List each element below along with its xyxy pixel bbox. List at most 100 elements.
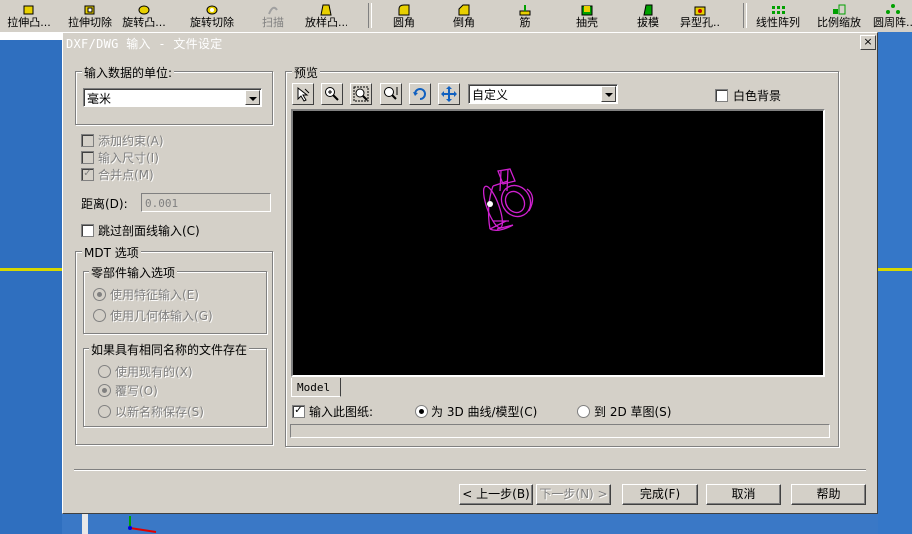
feature-import-label: 使用特征输入(E) [110,288,199,302]
radio-dot [97,292,102,297]
white-background-checkbox[interactable] [715,89,728,102]
import-dimensions-label: 输入尺寸(I) [98,151,159,165]
import-3d-label: 为 3D 曲线/模型(C) [431,405,538,419]
mdt-options-legend: MDT 选项 [82,244,141,261]
import-2d-label: 到 2D 草图(S) [594,405,672,419]
back-button[interactable]: < 上一步(B) [459,484,533,505]
dxf-import-dialog: DXF/DWG 输入 - 文件设定 × 输入数据的单位: 毫米 添加约束(A) … [62,32,878,514]
units-value: 毫米 [87,92,112,106]
finish-button[interactable]: 完成(F) [622,484,698,505]
toolbar-button-loft[interactable]: 放样凸... [305,2,347,30]
toolbar-button-extrude-boss[interactable]: 拉伸凸... [0,2,58,30]
origin-axis [82,514,88,534]
toolbar-button-scale[interactable]: 比例缩放 [813,2,865,30]
merge-points-checkbox[interactable]: ✓ [81,168,94,181]
toolbar-separator [743,3,747,28]
toolbar-button-sweep[interactable]: 扫描 [258,2,288,30]
use-existing-radio[interactable] [98,365,111,378]
feature-import-radio[interactable] [93,288,106,301]
check-icon: ✓ [294,405,303,416]
model-preview-icon [482,168,534,231]
save-new-name-radio[interactable] [98,405,111,418]
add-constraints-label: 添加约束(A) [98,134,164,148]
toolbar-button-hole-wizard[interactable]: 异型孔... [680,2,720,30]
help-button[interactable]: 帮助 [791,484,866,505]
view-orientation-select[interactable]: 自定义 [468,84,618,104]
toolbar-button-linear-pattern[interactable]: 线性阵列 [752,2,804,30]
chevron-down-icon[interactable] [601,86,616,102]
part-import-legend: 零部件输入选项 [89,264,178,281]
use-existing-label: 使用现有的(X) [115,365,193,379]
toolbar-button-shell[interactable]: 抽壳 [571,2,603,30]
chamfer-icon [458,4,470,16]
revolve-boss-icon [138,5,150,15]
distance-input[interactable]: 0.001 [141,193,271,212]
chevron-down-icon[interactable] [245,90,260,105]
graphics-area-background [878,32,912,534]
close-button[interactable]: × [860,35,876,50]
toolbar-button-draft[interactable]: 拔模 [632,2,664,30]
close-icon: × [863,35,873,48]
select-icon [297,86,310,102]
linear-pattern-icon [772,6,785,14]
import-sheet-label: 输入此图纸: [309,405,374,419]
coordinate-triad-icon [128,516,157,533]
fillet-icon [398,4,410,16]
check-icon: ✓ [83,168,92,179]
toolbar-button-chamfer[interactable]: 倒角 [448,2,480,30]
hole-wizard-icon [694,6,706,16]
graphics-area-background [0,40,62,534]
toolbar-separator [368,3,372,28]
toolbar-button-circular-pattern[interactable]: 圆周阵... [873,2,912,30]
zoom-window-icon [353,86,369,102]
geometry-import-radio[interactable] [93,309,106,322]
cancel-button[interactable]: 取消 [706,484,781,505]
toolbar-button-revolve-cut[interactable]: 旋转切除 [183,2,241,30]
graphics-area-background [62,514,878,534]
zoom-in-button[interactable] [321,83,343,105]
sketch-line [0,268,62,271]
import-2d-radio[interactable] [577,405,590,418]
pan-icon [441,86,457,102]
draft-icon [643,4,653,16]
toolbar-button-revolve-boss[interactable]: 旋转凸... [122,2,166,30]
import-3d-radio[interactable] [415,405,428,418]
toolbar-button-rib[interactable]: 筋 [511,2,539,30]
toolbar-button-extrude-cut[interactable]: 拉伸切除 [63,2,117,30]
rotate-view-button[interactable] [409,83,431,105]
zoom-in-icon [325,87,339,101]
sketch-line [878,268,912,271]
zoom-fit-button[interactable] [380,83,402,105]
units-legend: 输入数据的单位: [82,64,175,81]
extrude-boss-icon [23,5,34,15]
tab-model[interactable]: Model [291,378,341,397]
view-orientation-value: 自定义 [472,88,509,102]
skip-hatch-label: 跳过剖面线输入(C) [98,224,200,238]
import-sheet-checkbox[interactable]: ✓ [292,405,305,418]
zoom-window-button[interactable] [350,83,372,105]
pan-view-button[interactable] [438,83,460,105]
dialog-title: DXF/DWG 输入 - 文件设定 [66,37,223,51]
import-dimensions-checkbox[interactable] [81,151,94,164]
add-constraints-checkbox[interactable] [81,134,94,147]
loft-icon [320,4,332,16]
preview-legend: 预览 [292,64,321,81]
geometry-import-label: 使用几何体输入(G) [110,309,213,323]
preview-canvas[interactable] [291,109,825,377]
zoom-fit-icon [384,87,398,100]
units-select[interactable]: 毫米 [83,88,262,107]
toolbar-button-fillet[interactable]: 圆角 [388,2,420,30]
next-button[interactable]: 下一步(N) > [536,484,611,505]
dialog-titlebar: DXF/DWG 输入 - 文件设定 × [64,34,876,51]
overwrite-radio[interactable] [98,384,111,397]
select-tool-button[interactable] [292,83,314,105]
sweep-icon [268,6,278,15]
radio-dot [419,409,424,414]
skip-hatch-checkbox[interactable] [81,224,94,237]
shell-icon [581,5,593,16]
distance-label: 距离(D): [81,197,128,211]
white-background-label: 白色背景 [733,89,782,103]
same-name-legend: 如果具有相同名称的文件存在 [89,341,250,358]
extrude-cut-icon [84,5,95,15]
circular-pattern-icon [885,4,900,14]
